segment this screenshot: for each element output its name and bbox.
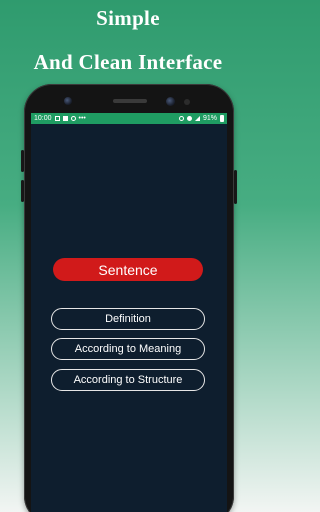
gallery-notification-icon bbox=[54, 116, 60, 121]
according-to-structure-button[interactable]: According to Structure bbox=[51, 369, 205, 391]
status-bar-right: 91% bbox=[178, 115, 224, 122]
according-to-meaning-button[interactable]: According to Meaning bbox=[51, 338, 205, 360]
battery-percentage: 91% bbox=[202, 115, 217, 122]
status-bar-left: 10:00 ••• bbox=[34, 115, 86, 122]
message-notification-icon bbox=[62, 116, 68, 121]
status-bar: 10:00 ••• 91% bbox=[31, 113, 227, 124]
phone-earpiece bbox=[113, 99, 147, 103]
signal-icon bbox=[194, 116, 200, 121]
phone-power-button bbox=[234, 170, 237, 204]
promo-headline-line2: And Clean Interface bbox=[33, 50, 223, 74]
settings-notification-icon bbox=[70, 116, 76, 121]
wifi-icon bbox=[186, 116, 192, 121]
definition-button[interactable]: Definition bbox=[51, 308, 205, 330]
promo-headline-line1: Simple bbox=[96, 6, 160, 30]
alarm-icon bbox=[178, 116, 184, 121]
status-time: 10:00 bbox=[34, 115, 52, 122]
battery-icon bbox=[220, 115, 224, 122]
iris-sensor-icon bbox=[166, 97, 175, 106]
proximity-sensor-icon bbox=[184, 99, 190, 105]
front-camera-icon bbox=[64, 97, 72, 105]
more-notifications-icon: ••• bbox=[78, 115, 86, 122]
phone-screen: 10:00 ••• 91% Sentence Definition Accord… bbox=[31, 113, 227, 512]
sentence-button[interactable]: Sentence bbox=[53, 258, 203, 281]
